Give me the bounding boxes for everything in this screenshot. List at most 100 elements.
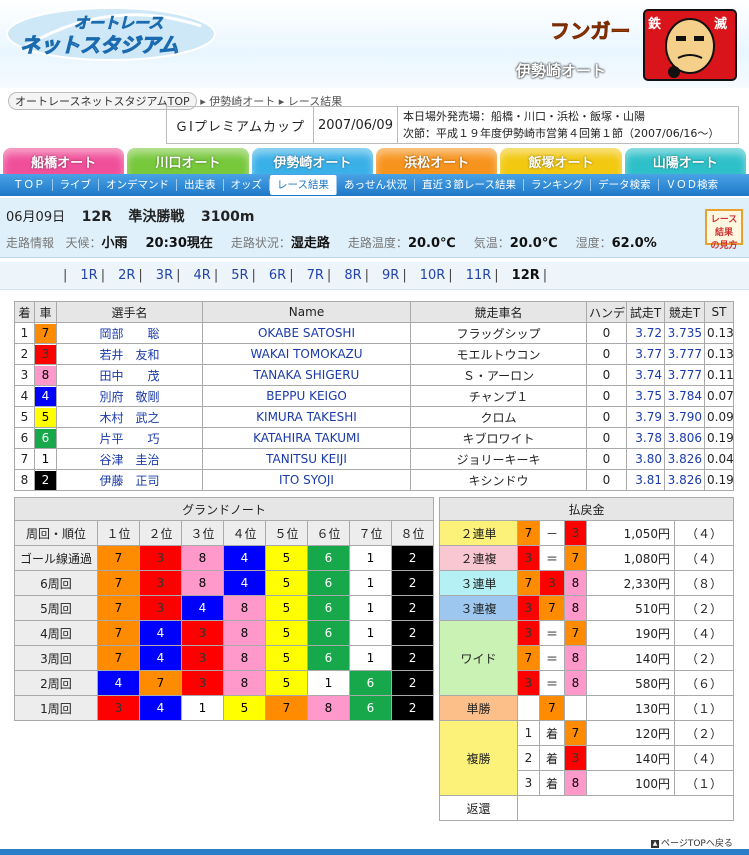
car-number-cell: 6: [307, 645, 350, 671]
road-label: 走路状況：: [230, 236, 291, 250]
page-top-link[interactable]: ▲ ページTOPへ戻る: [651, 836, 733, 849]
race-link-2R[interactable]: 2R: [118, 268, 135, 283]
car-number-badge: 5: [35, 407, 56, 427]
venue-tab-2[interactable]: 川口オート: [127, 148, 249, 174]
payout-amount: 130円: [586, 695, 675, 721]
venue-tab-6[interactable]: 山陽オート: [624, 148, 746, 174]
subnav-item-11[interactable]: ＶＯＤ検索: [659, 179, 726, 191]
car-number-cell: 2: [390, 645, 435, 671]
car-number-cell: 2: [390, 695, 435, 721]
trial-time: 3.79: [626, 406, 665, 428]
car-cell: 6: [34, 427, 57, 449]
payout-row: ２連複 3 ＝ 7 1,080円 （４）: [439, 545, 735, 571]
payout-amount: 190円: [586, 620, 675, 646]
result-header-cell: ハンデ: [586, 301, 627, 323]
race-link-5R[interactable]: 5R: [231, 268, 248, 283]
popularity-rank: （４）: [673, 545, 735, 571]
subnav-item-6[interactable]: レース結果: [270, 175, 337, 195]
rider-name-link[interactable]: 岡部 聡: [56, 322, 203, 344]
race-link-9R[interactable]: 9R: [382, 268, 399, 283]
race-time: 3.790: [664, 406, 705, 428]
race-distance: 3100m: [200, 209, 255, 225]
race-separator: |: [402, 268, 407, 283]
road-temp-label: 走路温度：: [347, 236, 408, 250]
trial-time: 3.81: [626, 469, 665, 491]
car-number-cell: 3: [139, 545, 182, 571]
logo-line1: オートレース: [74, 14, 163, 32]
race-link-8R[interactable]: 8R: [344, 268, 361, 283]
subnav-item-5[interactable]: オッズ: [224, 179, 270, 191]
car-number-cell: 6: [307, 595, 350, 621]
trial-time: 3.74: [626, 364, 665, 386]
start-timing: 0.13: [704, 343, 734, 365]
car-number-cell: 3: [181, 645, 224, 671]
car-number-cell: 3: [181, 620, 224, 646]
car-number-cell: 4: [139, 620, 182, 646]
empty-cell: [564, 695, 587, 721]
car-number-cell: 3: [139, 595, 182, 621]
car-number-cell: 8: [181, 545, 224, 571]
race-link-3R[interactable]: 3R: [156, 268, 173, 283]
logo-line2: ネットスタジアム: [20, 33, 179, 57]
start-timing: 0.11: [704, 364, 734, 386]
rider-name-link[interactable]: 谷津 圭治: [56, 448, 203, 470]
rider-name-link[interactable]: 木村 武之: [56, 406, 203, 428]
venue-tab-4[interactable]: 浜松オート: [375, 148, 498, 174]
car-cell: 4: [34, 385, 57, 407]
rider-romaji: TANAKA SHIGERU: [202, 364, 411, 386]
race-link-10R[interactable]: 10R: [420, 268, 446, 283]
rider-name-link[interactable]: 伊藤 正司: [56, 469, 203, 491]
race-link-4R[interactable]: 4R: [194, 268, 211, 283]
bet-type-henkan: 返還: [439, 795, 518, 821]
race-link-7R[interactable]: 7R: [307, 268, 324, 283]
humidity-label: 湿度：: [575, 236, 612, 250]
race-link-12R: 12R: [511, 268, 540, 283]
subnav-item-1[interactable]: ＴＯＰ: [6, 179, 53, 191]
subnav-item-10[interactable]: データ検索: [591, 179, 659, 191]
popularity-rank: （２）: [673, 595, 735, 621]
car-number-cell: 7: [97, 570, 140, 596]
race-link-1R[interactable]: 1R: [80, 268, 97, 283]
race-separator: |: [251, 268, 256, 283]
venue-tab-1[interactable]: 船橋オート: [3, 148, 125, 174]
car-number-cell: 6: [307, 620, 350, 646]
result-table: 着車選手名 Name 競走車名 ハンデ 試走T 競走T ST 1 7 岡部 聡 OKABE SAT…: [14, 301, 734, 491]
car-number-cell: 5: [265, 645, 308, 671]
finish-position: 8: [14, 469, 35, 491]
car-number-cell: 5: [265, 620, 308, 646]
venue-tab-3[interactable]: 伊勢崎オート: [251, 148, 373, 174]
rider-name-link[interactable]: 田中 茂: [56, 364, 203, 386]
place-suffix: 着: [539, 770, 565, 796]
subnav-item-2[interactable]: ライブ: [53, 179, 99, 191]
car-cell: 2: [34, 469, 57, 491]
subnav-item-7[interactable]: あっせん状況: [337, 179, 415, 191]
finish-position: 5: [14, 406, 35, 428]
result-row: 5 5 木村 武之 KIMURA TAKESHI クロム 0 3.79 3.790 0.09: [14, 406, 734, 428]
car-number-cell: 4: [181, 595, 224, 621]
start-timing: 0.07: [704, 385, 734, 407]
footer-bar: [0, 849, 749, 855]
lap-label: 2周回: [14, 670, 98, 696]
result-guide-button[interactable]: レース結果 の見方: [705, 209, 743, 251]
car-number-cell: 7: [564, 545, 587, 571]
bet-type-ren2fuku: ２連複: [439, 545, 518, 571]
car-number-cell: 8: [223, 620, 266, 646]
subnav-item-9[interactable]: ランキング: [524, 179, 592, 191]
race-link-6R[interactable]: 6R: [269, 268, 286, 283]
start-timing: 0.19: [704, 469, 734, 491]
rider-name-link[interactable]: 片平 巧: [56, 427, 203, 449]
race-date: 2007/06/09: [314, 107, 398, 143]
venue-tab-5[interactable]: 飯塚オート: [500, 148, 622, 174]
car-number-cell: 3: [517, 620, 540, 646]
site-logo[interactable]: オートレース ネットスタジアム: [6, 6, 216, 62]
car-number-cell: 3: [564, 520, 587, 546]
car-number-cell: 7: [97, 545, 140, 571]
rider-name-link[interactable]: 若井 友和: [56, 343, 203, 365]
subnav-item-4[interactable]: 出走表: [177, 179, 224, 191]
race-link-11R[interactable]: 11R: [466, 268, 492, 283]
race-notice: 本日場外発売場：船橋・川口・浜松・飯塚・山陽 次節：平成１９年度伊勢崎市営第４回…: [398, 107, 738, 143]
subnav-item-8[interactable]: 直近３節レース結果: [415, 179, 524, 191]
rider-name-link[interactable]: 別府 敬剛: [56, 385, 203, 407]
subnav-item-3[interactable]: オンデマンド: [99, 179, 177, 191]
car-number-cell: 1: [349, 545, 392, 571]
